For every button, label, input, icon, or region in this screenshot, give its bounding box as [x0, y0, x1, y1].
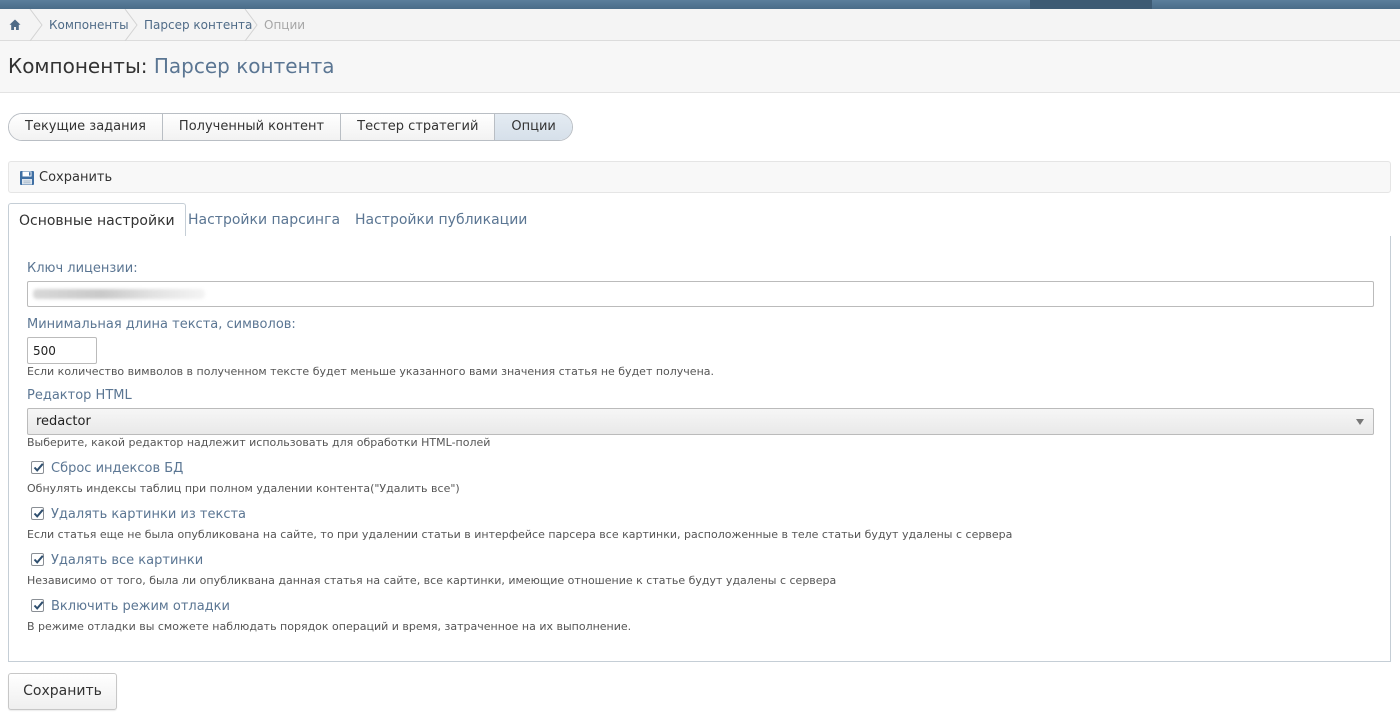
home-icon[interactable]: [8, 18, 22, 32]
checkmark-icon: [33, 509, 44, 518]
save-button[interactable]: Сохранить: [8, 673, 117, 710]
checkbox-debug-mode-label[interactable]: Включить режим отладки: [51, 599, 230, 614]
checkbox-delete-text-images-label[interactable]: Удалять картинки из текста: [51, 507, 246, 522]
component-nav: Текущие задания Полученный контент Тесте…: [8, 113, 573, 141]
license-label: Ключ лицензии:: [27, 261, 138, 276]
editor-select-value: redactor: [36, 414, 91, 429]
floppy-disk-icon: [20, 171, 34, 185]
editor-label: Редактор HTML: [27, 388, 132, 403]
page-title-accent: Парсер контента: [153, 54, 335, 78]
checkmark-icon: [33, 555, 44, 564]
nav-tab-received-content[interactable]: Полученный контент: [162, 114, 342, 140]
toolbar: Сохранить: [8, 161, 1391, 193]
settings-tabs: Основные настройки Настройки парсинга На…: [8, 203, 1391, 238]
license-key-input[interactable]: [27, 281, 1374, 307]
tab-parsing-settings[interactable]: Настройки парсинга: [178, 203, 350, 237]
breadcrumb: Компоненты Парсер контента Опции: [0, 9, 1400, 41]
settings-panel: Ключ лицензии: Минимальная длина текста,…: [8, 236, 1391, 662]
page-title: Компоненты: Парсер контента: [8, 54, 335, 78]
min-length-hint: Если количество вимволов в полученном те…: [27, 365, 715, 378]
min-length-label: Минимальная длина текста, символов:: [27, 317, 296, 332]
breadcrumb-separator-icon: [124, 9, 138, 41]
breadcrumb-item-parser[interactable]: Парсер контента: [144, 9, 252, 41]
checkbox-delete-all-images[interactable]: [31, 553, 44, 566]
top-bar-segment: [1030, 0, 1152, 9]
checkbox-delete-all-images-label[interactable]: Удалять все картинки: [51, 553, 203, 568]
checkbox-reset-indexes-label[interactable]: Сброс индексов БД: [51, 461, 183, 476]
editor-hint: Выберите, какой редактор надлежит исполь…: [27, 436, 491, 449]
page-header: Компоненты: Парсер контента: [0, 41, 1400, 93]
breadcrumb-separator-icon: [244, 9, 258, 41]
chevron-down-icon: [1356, 419, 1364, 425]
nav-tab-options[interactable]: Опции: [495, 114, 572, 140]
checkbox-reset-indexes[interactable]: [31, 461, 44, 474]
debug-mode-hint: В режиме отладки вы сможете наблюдать по…: [27, 620, 632, 633]
toolbar-save-label: Сохранить: [39, 170, 113, 185]
breadcrumb-separator-icon: [29, 9, 43, 41]
checkbox-debug-mode[interactable]: [31, 599, 44, 612]
page-title-prefix: Компоненты:: [8, 54, 148, 78]
checkmark-icon: [33, 601, 44, 610]
reset-indexes-hint: Обнулять индексы таблиц при полном удале…: [27, 482, 460, 495]
tab-basic-settings[interactable]: Основные настройки: [8, 203, 186, 238]
min-length-input[interactable]: [27, 337, 97, 364]
delete-all-images-hint: Независимо от того, была ли опубликвана …: [27, 574, 837, 587]
breadcrumb-item-components[interactable]: Компоненты: [49, 9, 129, 41]
toolbar-save-button[interactable]: Сохранить: [19, 169, 112, 187]
nav-tab-current-tasks[interactable]: Текущие задания: [9, 114, 163, 140]
editor-select[interactable]: redactor: [27, 408, 1374, 435]
tab-publication-settings[interactable]: Настройки публикации: [345, 203, 537, 237]
breadcrumb-item-options: Опции: [264, 18, 306, 32]
license-key-obscured: [33, 289, 205, 299]
checkbox-delete-text-images[interactable]: [31, 507, 44, 520]
checkmark-icon: [33, 463, 44, 472]
top-bar: [0, 0, 1400, 9]
nav-tab-strategy-tester[interactable]: Тестер стратегий: [341, 114, 496, 140]
delete-text-images-hint: Если статья еще не была опубликована на …: [27, 528, 1013, 541]
